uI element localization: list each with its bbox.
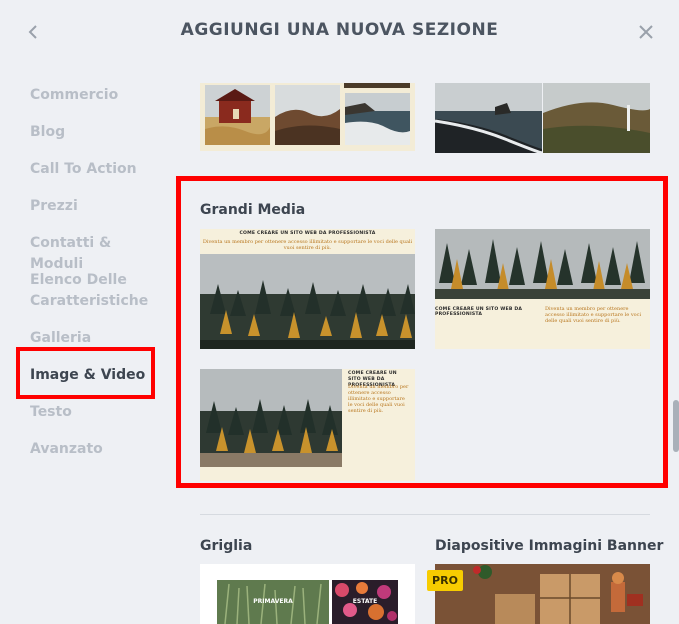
close-icon [639,25,653,39]
close-button[interactable] [635,20,657,44]
scrollbar-thumb[interactable] [673,400,679,452]
crafts-photo [435,564,650,624]
section-divider [200,514,650,515]
section-title-griglia: Griglia [200,538,253,554]
sidebar-item-prezzi[interactable]: Prezzi [30,196,165,217]
dialog-title: AGGIUNGI UNA NUOVA SEZIONE [180,20,499,40]
hills-photo [275,85,340,145]
section-highlight-box [176,176,668,488]
sidebar-item-contatti[interactable]: Contatti & Moduli [30,233,165,275]
sidebar-item-caratteristiche[interactable]: Elenco Delle Caratteristiche [30,270,165,312]
pro-badge: PRO [427,570,463,591]
sidebar-item-blog[interactable]: Blog [30,122,165,143]
gallery-tile-1[interactable] [200,83,415,151]
cliff-photo [543,83,650,153]
sidebar-item-avanzato[interactable]: Avanzato [30,439,165,460]
section-title-diapositive: Diapositive Immagini Banner [435,538,664,554]
cabin-photo [205,85,270,145]
sidebar-item-testo[interactable]: Testo [30,402,165,423]
griglia-tile[interactable]: PRIMAVERA ESTATE [200,564,415,624]
sidebar-item-galleria[interactable]: Galleria [30,328,165,349]
grid-label-estate: ESTATE [352,598,378,605]
sidebar-item-call-to-action[interactable]: Call To Action [30,159,165,180]
beach-photo [435,83,542,153]
sidebar-item-commercio[interactable]: Commercio [30,85,165,106]
gallery-tile-2[interactable] [435,83,650,153]
add-section-dialog: AGGIUNGI UNA NUOVA SEZIONE Commercio Blo… [0,0,679,624]
sidebar-highlight-box [16,347,155,399]
grid-label-primavera: PRIMAVERA [253,598,293,605]
coast-photo [345,93,410,145]
diapositive-tile[interactable] [435,564,650,624]
